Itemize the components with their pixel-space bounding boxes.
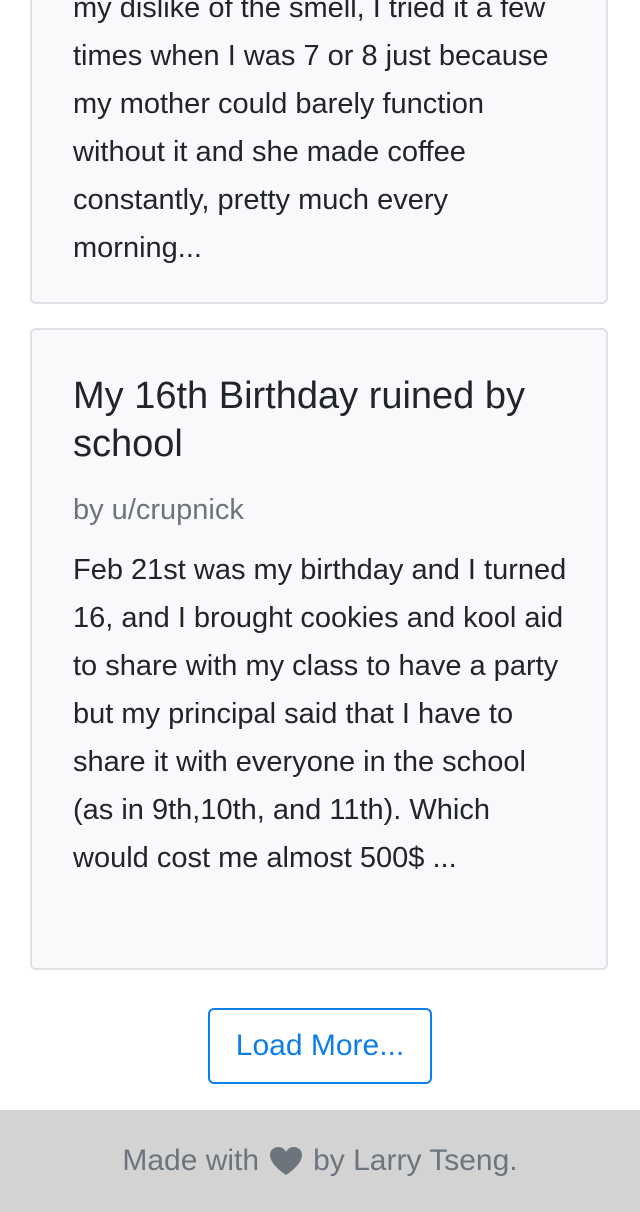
post-author: by u/crupnick: [73, 494, 244, 526]
post-excerpt: Feb 21st was my birthday and I turned 16…: [73, 554, 567, 874]
post-excerpt: my dislike of the smell, I tried it a fe…: [73, 0, 549, 264]
footer-suffix: by Larry Tseng.: [313, 1144, 518, 1177]
footer: Made with by Larry Tseng.: [0, 1110, 640, 1212]
post-card-body: my dislike of the smell, I tried it a fe…: [73, 0, 570, 272]
post-title[interactable]: My 16th Birthday ruined by school: [73, 372, 570, 468]
load-more-button[interactable]: Load More...: [208, 1008, 432, 1084]
post-card-body: My 16th Birthday ruined by school by u/c…: [73, 330, 570, 968]
post-card[interactable]: my dislike of the smell, I tried it a fe…: [30, 0, 608, 304]
heart-icon: [269, 1146, 303, 1176]
footer-prefix: Made with: [122, 1144, 260, 1177]
post-card[interactable]: My 16th Birthday ruined by school by u/c…: [30, 328, 608, 970]
